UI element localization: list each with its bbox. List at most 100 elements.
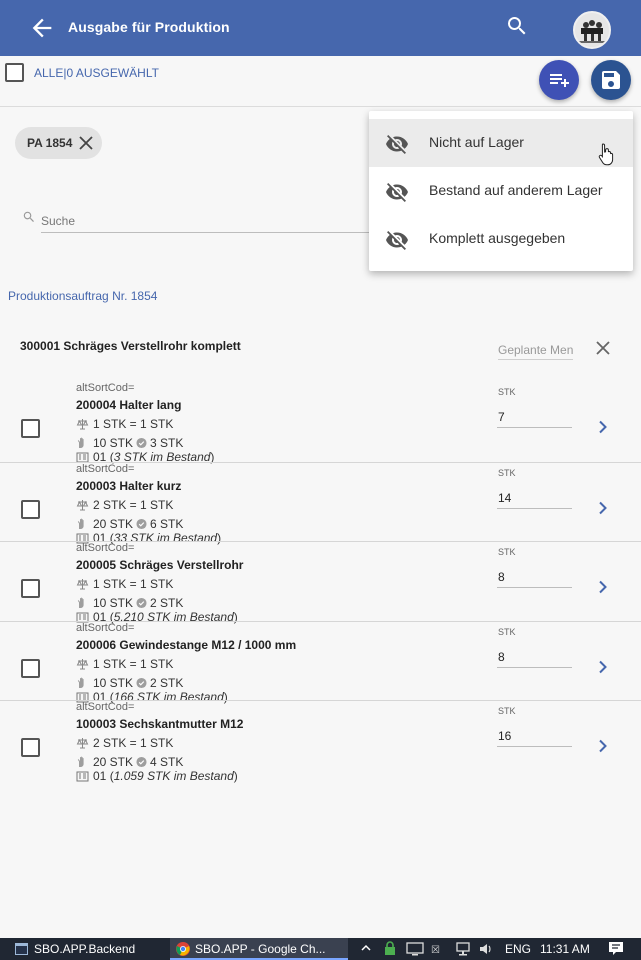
list-item[interactable]: altSortCod= 100003 Sechskantmutter M12 2 S… — [0, 700, 641, 783]
alt-sort-code: altSortCod= — [76, 463, 135, 475]
save-button[interactable] — [591, 60, 631, 100]
unit-conversion-text: 2 STK = 1 STK — [93, 736, 174, 750]
add-items-button[interactable] — [539, 60, 579, 100]
warehouse-icon — [76, 771, 89, 782]
issued-quantities: 20 STK 4 STK — [76, 755, 183, 769]
quantity-required: 20 STK — [93, 517, 134, 531]
eye-off-icon — [386, 183, 408, 202]
check-circle-icon — [136, 597, 147, 609]
taskbar-app-chrome[interactable]: SBO.APP - Google Ch... — [170, 938, 348, 960]
issued-quantities: 10 STK 3 STK — [76, 436, 183, 450]
menu-item-label: Komplett ausgegeben — [429, 230, 566, 246]
planned-quantity-input[interactable] — [498, 340, 573, 360]
chevron-right-icon[interactable] — [596, 420, 610, 434]
monitor-icon[interactable] — [406, 942, 424, 956]
menu-item-label: Nicht auf Lager — [429, 134, 524, 150]
quantity-issued: 6 STK — [150, 517, 184, 531]
language-indicator[interactable]: ENG — [505, 942, 531, 956]
stock-text: 1.059 STK im Bestand — [113, 769, 234, 783]
group-title: 300001 Schräges Verstellrohr komplett — [20, 339, 241, 353]
unit-label: STK — [498, 547, 516, 557]
hand-cursor-icon — [598, 143, 614, 166]
close-icon[interactable] — [78, 135, 94, 151]
menu-item-label: Bestand auf anderem Lager — [429, 182, 603, 198]
clock[interactable]: 11:31 AM — [540, 942, 590, 956]
notifications-icon[interactable] — [608, 941, 624, 956]
filter-chip-label: PA 1854 — [27, 136, 73, 150]
unit-conversion: 2 STK = 1 STK — [76, 736, 173, 750]
close-icon[interactable] — [594, 339, 612, 357]
unit-conversion-text: 1 STK = 1 STK — [93, 577, 174, 591]
item-name: 200003 Halter kurz — [76, 479, 182, 493]
back-arrow-icon[interactable] — [28, 14, 56, 42]
search-input[interactable] — [41, 209, 376, 233]
item-checkbox[interactable] — [21, 659, 40, 678]
scale-icon — [76, 419, 89, 430]
select-all-checkbox[interactable] — [5, 63, 24, 82]
select-all-label[interactable]: ALLE|0 AUSGEWÄHLT — [34, 66, 159, 80]
list-item[interactable]: altSortCod= 200004 Halter lang 1 STK = 1 S… — [0, 382, 641, 464]
menu-item-stock-other-warehouse[interactable]: Bestand auf anderem Lager — [369, 167, 633, 215]
item-name: 200006 Gewindestange M12 / 1000 mm — [76, 638, 297, 652]
unit-conversion: 1 STK = 1 STK — [76, 577, 173, 591]
avatar[interactable] — [573, 11, 611, 49]
page-title: Ausgabe für Produktion — [68, 19, 230, 35]
list-item[interactable]: altSortCod= 200006 Gewindestange M12 / 10… — [0, 621, 641, 704]
quantity-input[interactable] — [497, 406, 572, 428]
production-order-label: Produktionsauftrag Nr. 1854 — [8, 289, 158, 303]
check-circle-icon — [136, 677, 147, 689]
quantity-required: 10 STK — [93, 676, 134, 690]
quantity-input[interactable] — [497, 487, 572, 509]
unit-label: STK — [498, 627, 516, 637]
alt-sort-code: altSortCod= — [76, 542, 135, 554]
unit-conversion: 1 STK = 1 STK — [76, 657, 173, 671]
chevron-right-icon[interactable] — [596, 739, 610, 753]
quantity-issued: 4 STK — [150, 755, 184, 769]
hand-icon — [77, 597, 84, 608]
search-icon[interactable] — [505, 14, 529, 38]
issued-quantities: 10 STK 2 STK — [76, 676, 183, 690]
alt-sort-code: altSortCod= — [76, 382, 135, 394]
taskbar-app-backend[interactable]: SBO.APP.Backend — [13, 938, 163, 960]
check-circle-icon — [136, 437, 147, 449]
app-bar: Ausgabe für Produktion — [0, 0, 641, 56]
menu-item-not-in-stock[interactable]: Nicht auf Lager — [369, 119, 633, 167]
check-circle-icon — [136, 518, 147, 530]
quantity-input[interactable] — [497, 725, 572, 747]
issued-quantities: 20 STK 6 STK — [76, 517, 183, 531]
list-item[interactable]: altSortCod= 200005 Schräges Verstellrohr 1… — [0, 541, 641, 624]
item-name: 100003 Sechskantmutter M12 — [76, 717, 244, 731]
chevron-right-icon[interactable] — [596, 660, 610, 674]
input-method-icon[interactable]: ☒ — [430, 942, 448, 956]
unit-label: STK — [498, 387, 516, 397]
scale-icon — [76, 579, 89, 590]
quantity-required: 10 STK — [93, 596, 134, 610]
quantity-issued: 2 STK — [150, 596, 184, 610]
item-checkbox[interactable] — [21, 579, 40, 598]
item-name: 200004 Halter lang — [76, 398, 182, 412]
quantity-input[interactable] — [497, 646, 572, 668]
chevron-right-icon[interactable] — [596, 580, 610, 594]
item-checkbox[interactable] — [21, 500, 40, 519]
network-icon[interactable] — [455, 942, 471, 956]
floppy-disk-icon — [602, 71, 620, 89]
item-checkbox[interactable] — [21, 738, 40, 757]
volume-icon[interactable] — [478, 942, 494, 956]
item-checkbox[interactable] — [21, 419, 40, 438]
chevron-up-icon[interactable] — [360, 942, 372, 954]
quantity-input[interactable] — [497, 566, 572, 588]
hand-icon — [77, 518, 84, 529]
list-item[interactable]: altSortCod= 200003 Halter kurz 2 STK = 1 S… — [0, 462, 641, 545]
unit-label: STK — [498, 468, 516, 478]
menu-item-fully-issued[interactable]: Komplett ausgegeben — [369, 215, 633, 263]
playlist-add-icon — [550, 74, 569, 87]
lock-icon[interactable] — [384, 941, 396, 956]
svg-text:☒: ☒ — [431, 945, 440, 956]
quantity-issued: 2 STK — [150, 676, 184, 690]
filter-chip[interactable]: PA 1854 — [15, 127, 102, 159]
chevron-right-icon[interactable] — [596, 501, 610, 515]
app-window-icon — [15, 943, 28, 955]
hand-icon — [77, 437, 84, 448]
filter-menu: Nicht auf Lager Bestand auf anderem Lage… — [369, 111, 633, 271]
unit-conversion: 2 STK = 1 STK — [76, 498, 173, 512]
